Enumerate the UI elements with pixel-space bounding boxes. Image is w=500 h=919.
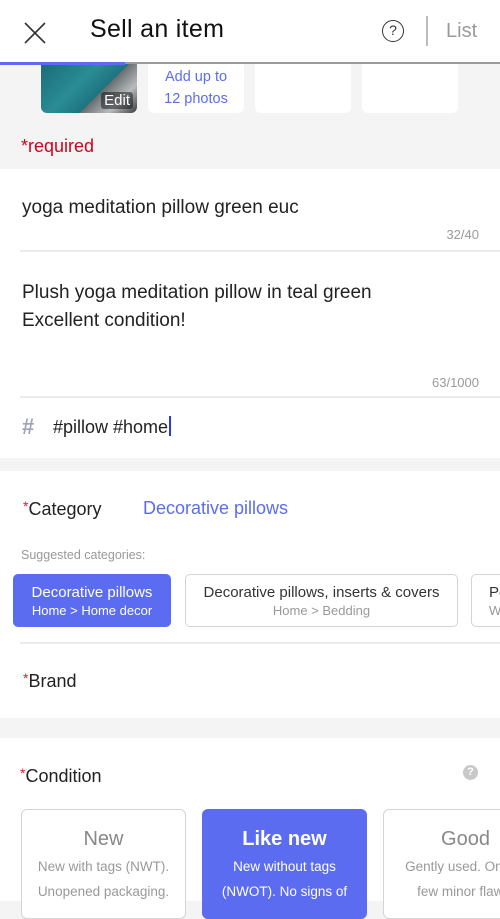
- close-icon: [24, 22, 46, 44]
- chip-name: Decorative pillows: [31, 584, 153, 601]
- category-section: *Category Decorative pillows Suggested c…: [0, 471, 500, 718]
- condition-desc: New with tags (NWT).: [37, 859, 170, 874]
- top-bar: Sell an item ? List: [0, 0, 500, 64]
- description-line: Plush yoga meditation pillow in teal gre…: [22, 282, 372, 303]
- condition-section: *Condition ? New New with tags (NWT). Un…: [0, 738, 500, 919]
- hashtags-input[interactable]: #pillow #home: [53, 416, 172, 438]
- divider: [20, 396, 500, 398]
- condition-label: *Condition: [20, 765, 102, 786]
- condition-option-like-new[interactable]: Like new New without tags (NWOT). No sig…: [202, 809, 367, 919]
- add-photos-button[interactable]: Add up to 12 photos: [148, 64, 244, 113]
- suggested-categories-label: Suggested categories:: [21, 548, 146, 562]
- condition-title: New: [83, 828, 124, 850]
- condition-title: Good: [441, 828, 490, 850]
- add-photos-line1: Add up to: [164, 69, 228, 85]
- list-button[interactable]: List: [446, 20, 477, 43]
- progress-bar: [0, 62, 125, 65]
- chip-name: Pe: [489, 584, 500, 601]
- suggested-category-chip[interactable]: Pe Wo: [471, 574, 500, 627]
- add-photos-line2: 12 photos: [164, 91, 228, 107]
- condition-desc: Gently used. One or: [405, 859, 500, 874]
- page-title: Sell an item: [90, 15, 225, 43]
- empty-photo-slot[interactable]: [362, 64, 458, 113]
- title-input[interactable]: yoga meditation pillow green euc: [22, 197, 299, 219]
- condition-desc: (NWOT). No signs of: [221, 884, 348, 899]
- description-input[interactable]: Plush yoga meditation pillow in teal gre…: [22, 279, 372, 335]
- condition-title: Like new: [242, 828, 327, 850]
- edit-photo-label[interactable]: Edit: [101, 92, 133, 109]
- close-button[interactable]: [22, 20, 48, 46]
- hashtags-value: #pillow #home: [53, 417, 169, 437]
- header-divider: [426, 16, 428, 46]
- brand-field[interactable]: *Brand: [23, 670, 77, 692]
- text-cursor: [169, 416, 172, 436]
- chip-path: Home > Bedding: [272, 603, 371, 618]
- suggested-category-chip[interactable]: Decorative pillows, inserts & covers Hom…: [185, 574, 458, 627]
- help-button[interactable]: ?: [382, 20, 404, 42]
- details-section: yoga meditation pillow green euc 32/40 P…: [0, 169, 500, 458]
- question-circle-icon: ?: [389, 22, 397, 38]
- divider: [20, 642, 500, 644]
- condition-desc: New without tags: [233, 859, 336, 874]
- condition-option-good[interactable]: Good Gently used. One or few minor flaws…: [383, 809, 500, 919]
- empty-photo-slot[interactable]: [255, 64, 351, 113]
- category-value[interactable]: Decorative pillows: [143, 498, 288, 519]
- condition-help-icon[interactable]: ?: [463, 765, 478, 780]
- divider: [20, 250, 500, 252]
- required-note: *required: [21, 136, 95, 156]
- condition-desc: Unopened packaging.: [37, 884, 170, 899]
- chip-path: Wo: [489, 603, 500, 618]
- hashtag-icon: #: [22, 414, 35, 439]
- condition-option-new[interactable]: New New with tags (NWT). Unopened packag…: [21, 809, 186, 919]
- chip-path: Home > Home decor: [31, 603, 153, 618]
- description-char-count: 63/1000: [432, 375, 479, 390]
- description-line: Excellent condition!: [22, 310, 186, 331]
- suggested-category-chip[interactable]: Decorative pillows Home > Home decor: [13, 574, 171, 627]
- category-label: *Category: [23, 498, 102, 519]
- photo-thumbnail[interactable]: Edit: [41, 64, 137, 113]
- chip-name: Decorative pillows, inserts & covers: [203, 584, 440, 601]
- condition-desc: few minor flaws.: [417, 884, 500, 899]
- photo-strip: Edit Add up to 12 photos: [0, 64, 500, 120]
- title-char-count: 32/40: [446, 227, 479, 242]
